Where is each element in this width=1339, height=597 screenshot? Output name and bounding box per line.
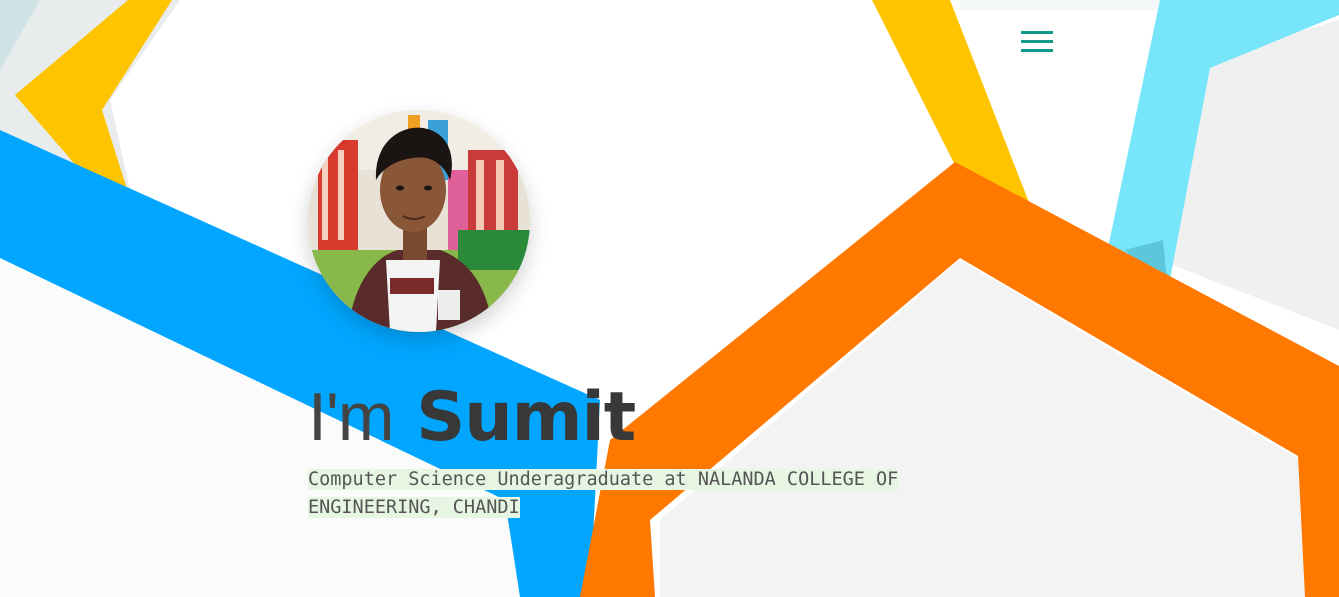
hero-headline: I'm Sumit — [308, 372, 636, 463]
profile-photo — [308, 110, 530, 332]
menu-bar — [1021, 49, 1053, 52]
menu-bar — [1021, 40, 1053, 43]
name-text: Sumit — [416, 378, 636, 457]
tagline-text: Computer Science Underagraduate at NALAN… — [308, 469, 899, 518]
greeting-text: I'm — [308, 379, 395, 455]
hero-tagline: Computer Science Underagraduate at NALAN… — [308, 466, 948, 522]
hamburger-menu-icon[interactable] — [1018, 28, 1056, 56]
menu-bar — [1021, 31, 1053, 34]
